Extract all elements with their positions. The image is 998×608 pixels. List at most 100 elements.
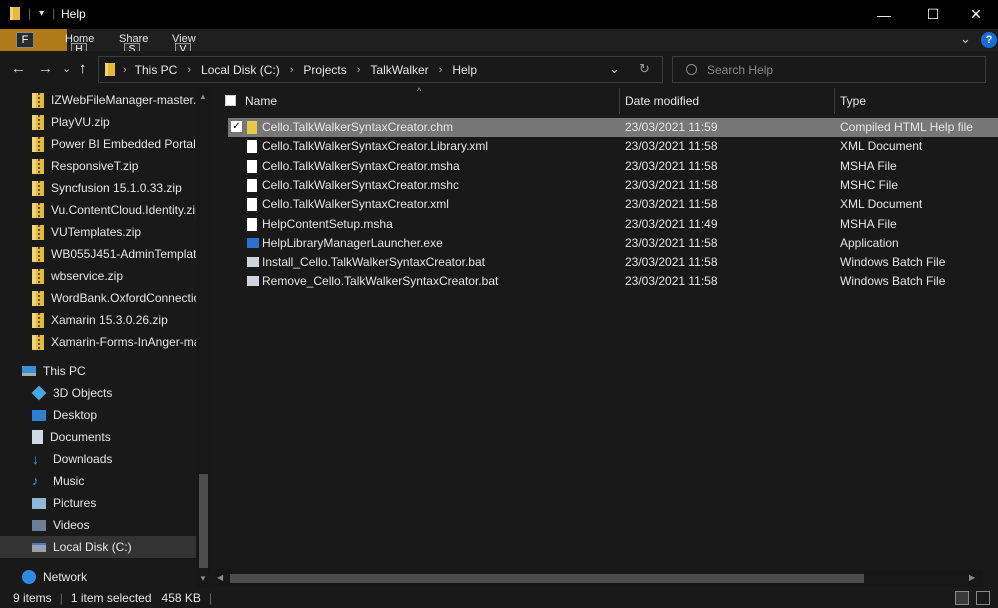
scroll-right-arrow[interactable]: ▶ (969, 573, 975, 582)
address-dropdown-icon[interactable]: ⌄ (609, 61, 620, 77)
sidebar-item[interactable]: VUTemplates.zip (0, 221, 196, 243)
sidebar-item[interactable]: PlayVU.zip (0, 111, 196, 133)
breadcrumb-separator[interactable]: › (290, 64, 294, 76)
help-icon[interactable]: ? (981, 32, 997, 48)
scrollbar-thumb[interactable] (199, 474, 208, 568)
sidebar-item[interactable]: Xamarin-Forms-InAnger-mast (0, 331, 196, 353)
breadcrumb-projects[interactable]: Projects (303, 63, 346, 77)
sidebar-scrollbar[interactable]: ▲ ▼ (196, 88, 212, 588)
sidebar-item-label: Network (43, 570, 88, 584)
search-input[interactable]: Search Help (707, 63, 773, 77)
file-icon (247, 198, 257, 212)
sidebar-item[interactable]: WB055J451-AdminTemplate.zi (0, 243, 196, 265)
status-divider: | (59, 591, 63, 605)
breadcrumb-this-pc[interactable]: This PC (135, 63, 178, 77)
sidebar-item[interactable]: ResponsiveT.zip (0, 155, 196, 177)
breadcrumb: This PC › Local Disk (C:) › Projects › T… (135, 63, 477, 77)
column-divider[interactable] (834, 88, 835, 114)
table-row[interactable]: Install_Cello.TalkWalkerSyntaxCreator.ba… (228, 253, 998, 272)
sidebar-item[interactable]: Vu.ContentCloud.Identity.zip (0, 199, 196, 221)
scroll-down-arrow[interactable]: ▼ (199, 574, 207, 583)
sidebar-item-music[interactable]: ♪ Music (0, 470, 196, 492)
table-row[interactable]: HelpContentSetup.msha 23/03/2021 11:49 MSH… (228, 215, 998, 234)
folder-icon (10, 6, 20, 20)
table-row[interactable]: Remove_Cello.TalkWalkerSyntaxCreator.bat… (228, 272, 998, 291)
close-button[interactable]: ✕ (953, 0, 998, 29)
recent-locations-button[interactable]: ⌄ (62, 62, 71, 75)
sidebar-item-label: Downloads (53, 452, 113, 466)
computer-icon (22, 366, 36, 376)
breadcrumb-separator[interactable]: › (357, 64, 361, 76)
sidebar-item-pictures[interactable]: Pictures (0, 492, 196, 514)
file-tab[interactable]: F (0, 29, 67, 51)
sidebar-item-label: wbservice.zip (51, 269, 124, 283)
ribbon-collapse-icon[interactable]: ⌄ (960, 31, 971, 47)
ribbon-tabs: F Home Share View H S V ⌄ ? (0, 29, 998, 57)
breadcrumb-talkwalker[interactable]: TalkWalker (370, 63, 428, 77)
documents-icon (32, 430, 43, 444)
search-box[interactable]: Search Help (672, 56, 986, 83)
3d-objects-icon (31, 385, 47, 401)
file-icon (247, 140, 257, 154)
table-row[interactable]: Cello.TalkWalkerSyntaxCreator.msha 23/03/… (228, 157, 998, 176)
sidebar-item[interactable]: IZWebFileManager-master.zip (0, 89, 196, 111)
sidebar-this-pc[interactable]: This PC (0, 360, 196, 382)
refresh-icon[interactable]: ↻ (639, 61, 650, 77)
sidebar-item-local-disk[interactable]: Local Disk (C:) (0, 536, 196, 558)
breadcrumb-local-disk[interactable]: Local Disk (C:) (201, 63, 280, 77)
table-row[interactable]: Cello.TalkWalkerSyntaxCreator.Library.xm… (228, 137, 998, 156)
videos-icon (32, 519, 46, 531)
table-row[interactable]: Cello.TalkWalkerSyntaxCreator.xml 23/03/2… (228, 195, 998, 214)
customize-toolbar-icon[interactable]: ▾ (39, 8, 44, 19)
file-icon (247, 217, 257, 231)
sidebar-item-videos[interactable]: Videos (0, 514, 196, 536)
file-list: ^ Name Date modified Type ✓ Cello.TalkWal… (213, 86, 998, 588)
sidebar-item-label: Music (53, 474, 85, 488)
column-header-type[interactable]: Type (840, 88, 866, 114)
sidebar-item-label: IZWebFileManager-master.zip (51, 93, 196, 107)
table-row[interactable]: HelpLibraryManagerLauncher.exe 23/03/2021… (228, 234, 998, 253)
large-icons-view-button[interactable] (976, 591, 990, 605)
sidebar-item[interactable]: WordBank.OxfordConnection (0, 287, 196, 309)
sidebar-item-desktop[interactable]: Desktop (0, 404, 196, 426)
navigation-bar: ← → ⌄ ↑ › This PC › Local Disk (C:) › Pr… (0, 51, 998, 88)
column-divider[interactable] (619, 88, 620, 114)
file-icon (247, 178, 257, 192)
sidebar-item[interactable]: wbservice.zip (0, 265, 196, 287)
scrollbar-thumb[interactable] (230, 574, 864, 583)
breadcrumb-separator[interactable]: › (439, 64, 443, 76)
file-name: Cello.TalkWalkerSyntaxCreator.msha (262, 158, 460, 173)
column-header-name[interactable]: Name (245, 88, 277, 114)
sidebar-item[interactable]: Power BI Embedded Portal.zip (0, 133, 196, 155)
maximize-button[interactable]: ☐ (910, 0, 956, 29)
file-type: MSHA File (840, 216, 897, 231)
sidebar-network[interactable]: Network (0, 566, 196, 588)
toolbar-divider: | (52, 6, 56, 20)
sidebar-item[interactable]: Xamarin 15.3.0.26.zip (0, 309, 196, 331)
address-bar[interactable]: › This PC › Local Disk (C:) › Projects ›… (98, 56, 663, 83)
sidebar-item-documents[interactable]: Documents (0, 426, 196, 448)
row-checkbox[interactable]: ✓ (231, 121, 242, 132)
forward-button[interactable]: → (38, 60, 53, 77)
sidebar-item-label: Vu.ContentCloud.Identity.zip (51, 203, 196, 217)
pictures-icon (32, 497, 46, 509)
exe-file-icon (247, 237, 259, 248)
minimize-button[interactable]: — (861, 0, 907, 29)
table-row[interactable]: Cello.TalkWalkerSyntaxCreator.mshc 23/03/… (228, 176, 998, 195)
sidebar-item-downloads[interactable]: ↓ Downloads (0, 448, 196, 470)
up-button[interactable]: ↑ (79, 60, 87, 77)
breadcrumb-help[interactable]: Help (452, 63, 477, 77)
details-view-button[interactable] (955, 591, 969, 605)
scroll-up-arrow[interactable]: ▲ (199, 92, 207, 101)
column-header-date[interactable]: Date modified (625, 88, 699, 114)
sidebar-item-label: This PC (43, 364, 86, 378)
table-row[interactable]: ✓ Cello.TalkWalkerSyntaxCreator.chm 23/03/… (228, 118, 998, 137)
sidebar-item[interactable]: Syncfusion 15.1.0.33.zip (0, 177, 196, 199)
breadcrumb-separator[interactable]: › (187, 64, 191, 76)
horizontal-scrollbar[interactable]: ◀ ▶ (213, 570, 983, 587)
folder-icon (105, 63, 115, 76)
select-all-checkbox[interactable] (225, 95, 236, 106)
sidebar-item-3d-objects[interactable]: 3D Objects (0, 382, 196, 404)
scroll-left-arrow[interactable]: ◀ (217, 573, 223, 582)
back-button[interactable]: ← (11, 60, 26, 77)
